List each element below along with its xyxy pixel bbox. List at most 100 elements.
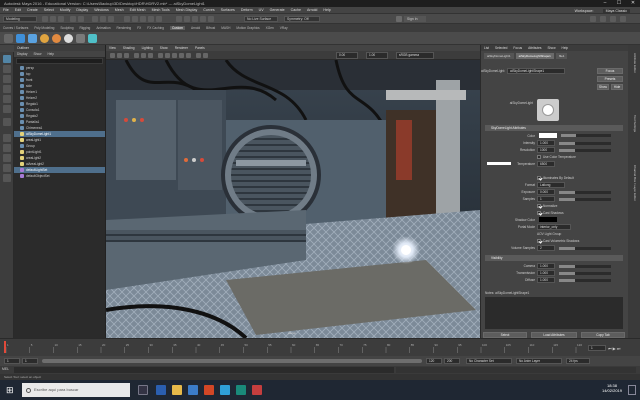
lasso-tool-icon[interactable]	[3, 65, 11, 73]
history-icon[interactable]	[176, 16, 182, 22]
shelf-tab-fx[interactable]: FX	[137, 26, 141, 30]
scene-render[interactable]	[106, 60, 480, 338]
smooth-shade-icon[interactable]	[165, 53, 170, 58]
fps-dropdown[interactable]: 24 fps	[566, 358, 590, 364]
notification-icon[interactable]	[628, 385, 636, 395]
viewport-menu-lighting[interactable]: Lighting	[142, 46, 153, 50]
system-clock[interactable]: 18:38 14/02/2019	[602, 383, 622, 393]
shadows-icon[interactable]	[186, 53, 191, 58]
time-slider[interactable]: 1 5 10 15 20 25 30 35 40 45 50 55 60 65 70 75 80 85 90 95 10…	[0, 338, 640, 356]
range-end-field[interactable]: 120	[426, 358, 442, 364]
menu-deform[interactable]: Deform	[241, 8, 253, 12]
color-swatch[interactable]	[539, 133, 557, 138]
show-tool-settings-icon[interactable]	[610, 16, 616, 22]
save-scene-icon[interactable]	[58, 16, 64, 22]
textured-icon[interactable]	[172, 53, 177, 58]
go-to-start-icon[interactable]: ⏮	[608, 346, 612, 351]
graph-layout-icon[interactable]	[3, 174, 11, 182]
outliner-item[interactable]: defaultObjectSet	[14, 173, 105, 179]
cast-shadows-checkbox[interactable]	[537, 211, 541, 215]
menu-surfaces[interactable]: Surfaces	[221, 8, 235, 12]
shelf-tab-poly[interactable]: Poly Modeling	[34, 26, 54, 30]
intensity-field[interactable]: 1.000	[537, 140, 555, 146]
image-plane-icon[interactable]	[124, 53, 129, 58]
ae-menu-list[interactable]: List	[484, 45, 489, 51]
menu-uv[interactable]: UV	[259, 8, 264, 12]
color-slider[interactable]	[561, 134, 611, 137]
samples-field[interactable]: 1	[537, 196, 555, 202]
outliner-menu-display[interactable]: Display	[17, 51, 27, 57]
side-tab-tool-settings[interactable]: Tool Settings	[631, 115, 637, 132]
new-scene-icon[interactable]	[42, 16, 48, 22]
gamma-field[interactable]: 1.00	[366, 52, 388, 59]
resolution-slider[interactable]	[559, 149, 611, 152]
mail-icon[interactable]	[204, 385, 214, 395]
resolution-gate-icon[interactable]	[148, 53, 153, 58]
render-settings-icon[interactable]	[200, 16, 206, 22]
shelf-tab-arnold[interactable]: Arnold	[191, 26, 200, 30]
light-icon[interactable]	[40, 34, 49, 43]
outliner-menu-show[interactable]: Show	[33, 51, 41, 57]
menu-set-dropdown[interactable]: Modeling	[3, 16, 37, 22]
menu-modify[interactable]: Modify	[60, 8, 71, 12]
maximize-button[interactable]: ☐	[612, 0, 626, 7]
paint-select-icon[interactable]	[3, 75, 11, 83]
menu-edit-mesh[interactable]: Edit Mesh	[130, 8, 146, 12]
edge-icon[interactable]	[156, 385, 166, 395]
last-tool-icon[interactable]	[3, 118, 11, 126]
menu-display[interactable]: Display	[76, 8, 88, 12]
current-frame-marker[interactable]	[4, 341, 6, 353]
menu-mesh-display[interactable]: Mesh Display	[176, 8, 198, 12]
side-tab-channel-box[interactable]: Channel Box / Layer Editor	[631, 165, 637, 201]
transmission-field[interactable]: 1.000	[537, 270, 555, 276]
transmission-slider[interactable]	[559, 272, 611, 275]
anim-layer-dropdown[interactable]: No Anim Layer	[516, 358, 562, 364]
shelf-tab-fx-caching[interactable]: FX Caching	[147, 26, 164, 30]
shelf-tab-bifrost[interactable]: Bifrost	[206, 26, 215, 30]
close-button[interactable]: ✕	[626, 0, 640, 7]
minimize-button[interactable]: –	[598, 0, 612, 7]
select-object-icon[interactable]	[100, 16, 106, 22]
intensity-slider[interactable]	[559, 142, 611, 145]
resolution-field[interactable]: 1000	[537, 147, 555, 153]
menu-edit[interactable]: Edit	[15, 8, 21, 12]
snap-live-icon[interactable]	[156, 16, 162, 22]
viewport-menu-panels[interactable]: Panels	[195, 46, 205, 50]
temperature-field[interactable]: 6500	[537, 161, 555, 167]
viewport-menu-renderer[interactable]: Renderer	[175, 46, 188, 50]
camera-vis-field[interactable]: 1.000	[537, 263, 555, 269]
live-surface-field[interactable]: No Live Surface	[244, 16, 278, 22]
outliner-menu-help[interactable]: Help	[47, 51, 54, 57]
shadow-color-swatch[interactable]	[539, 217, 557, 222]
open-scene-icon[interactable]	[50, 16, 56, 22]
ipr-render-icon[interactable]	[192, 16, 198, 22]
shelf-tab-mash[interactable]: MASH	[221, 26, 230, 30]
play-icon[interactable]: ▶	[613, 346, 616, 351]
show-button[interactable]: Show	[597, 84, 609, 90]
node-name-field[interactable]: aiSkyDomeLightShape1	[507, 68, 565, 74]
ae-menu-help[interactable]: Help	[562, 45, 569, 51]
normalize-checkbox[interactable]	[537, 204, 541, 208]
camera-attr-icon[interactable]	[110, 53, 115, 58]
show-modeling-toolkit-icon[interactable]	[590, 16, 596, 22]
show-channel-box-icon[interactable]	[620, 16, 626, 22]
shelf-tab-vray[interactable]: VRay	[280, 26, 288, 30]
select-tool-icon[interactable]	[3, 55, 11, 63]
app-icon[interactable]	[236, 385, 246, 395]
chrome-icon[interactable]	[252, 385, 262, 395]
maya-icon[interactable]	[220, 385, 230, 395]
skull-icon[interactable]	[64, 34, 73, 43]
command-input[interactable]	[14, 367, 394, 373]
store-icon[interactable]	[188, 385, 198, 395]
ae-menu-selected[interactable]: Selected	[495, 45, 507, 51]
grid-icon[interactable]	[134, 53, 139, 58]
menu-mesh-tools[interactable]: Mesh Tools	[152, 8, 170, 12]
skydome-section-header[interactable]: SkyDomeLight Attributes	[485, 125, 623, 131]
xray-icon[interactable]	[196, 53, 201, 58]
task-view-icon[interactable]	[138, 385, 148, 395]
camera-icon[interactable]	[76, 34, 85, 43]
isolate-icon[interactable]	[203, 53, 208, 58]
menu-select[interactable]: Select	[44, 8, 54, 12]
ae-menu-attributes[interactable]: Attributes	[528, 45, 541, 51]
menu-windows[interactable]: Windows	[94, 8, 109, 12]
